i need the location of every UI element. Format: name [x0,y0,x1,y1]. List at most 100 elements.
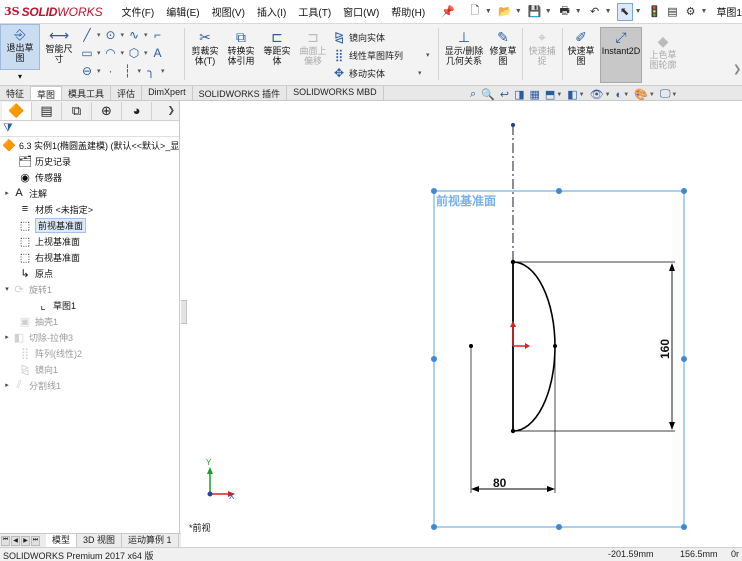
view-settings-icon[interactable]: 🖵 [660,88,671,101]
file-properties-icon[interactable]: ▤ [665,3,681,21]
tab-motion-study[interactable]: 运动算例 1 [122,534,179,547]
smart-dimension-button[interactable]: ⟷ 智能尺寸 [42,26,76,64]
mirror-entities-button[interactable]: ⧎ 镜向实体 [332,30,385,44]
tree-item-shell1[interactable]: ▣ 抽壳1 [8,313,58,329]
chevron-down-icon[interactable]: ▼ [605,8,612,15]
sketch-point[interactable] [510,428,516,434]
feature-tree-tab-icon[interactable]: 🔶 [2,101,32,120]
apply-scene-icon[interactable]: 🎨 [634,88,648,101]
task-pane-expand-icon[interactable]: ❯ [733,64,741,75]
tree-item-revolve1[interactable]: ▾ ⟳ 旋转1 [2,281,52,297]
new-document-icon[interactable]: 🗋 [467,3,483,21]
expand-arrow-icon[interactable]: ▸ [2,333,12,341]
save-icon[interactable]: 💾 [527,3,543,21]
tree-item-history[interactable]: 🗂 历史记录 [8,153,71,169]
dimension-horizontal-value[interactable]: 80 [493,476,507,490]
chevron-down-icon[interactable]: ▼ [635,8,642,15]
arc-icon[interactable]: ◠ [104,46,118,60]
move-entities-button[interactable]: ✥ 移动实体 ▾ [332,66,422,80]
undo-icon[interactable]: ↶ [587,3,603,21]
plane-handle[interactable] [431,524,437,530]
menu-tools[interactable]: 工具(T) [292,4,337,19]
first-tab-icon[interactable]: ⏮ [1,535,10,546]
repair-sketch-button[interactable]: ✎ 修复草图 [488,28,518,66]
quick-snaps-button[interactable]: ⌖ 快速捕捉 [525,28,559,66]
rectangle-icon[interactable]: ▭ [80,46,94,60]
chevron-down-icon[interactable]: ▾ [121,31,125,39]
offset-entities-button[interactable]: ⊏ 等距实体 [259,28,295,66]
print-icon[interactable]: 🖶 [557,3,573,21]
menu-insert[interactable]: 插入(I) [251,4,292,19]
chevron-down-icon[interactable]: ▼ [485,8,492,15]
view-orientation-icon[interactable]: ⬒ [545,88,555,101]
expand-arrow-icon[interactable]: ▸ [2,189,12,197]
plane-handle[interactable] [556,524,562,530]
chevron-down-icon[interactable]: ▼ [545,8,552,15]
property-manager-tab-icon[interactable]: ▤ [32,101,62,120]
menu-help[interactable]: 帮助(H) [385,4,431,19]
exit-sketch-dropdown[interactable]: ▾ [0,72,40,82]
sketch-canvas[interactable]: 前视基准面 160 80 Y X *前视 [181,101,742,547]
tree-item-top-plane[interactable]: ⬚ 上视基准面 [8,233,80,249]
chevron-down-icon[interactable]: ▾ [97,31,101,39]
rapid-sketch-button[interactable]: ✐ 快速草图 [564,28,598,66]
chevron-down-icon[interactable]: ▾ [97,67,101,75]
dimxpert-manager-tab-icon[interactable]: ⊕ [92,101,122,120]
chevron-down-icon[interactable]: ▾ [144,49,148,57]
select-cursor-icon[interactable]: ⬉ [616,2,633,21]
tree-item-cut-extrude3[interactable]: ▸ ◧ 切除-拉伸3 [2,329,73,345]
chevron-down-icon[interactable]: ▼ [579,92,585,98]
plane-handle[interactable] [431,356,437,362]
text-icon[interactable]: A [151,46,165,60]
tree-item-split-line1[interactable]: ▸ ⫽ 分割线1 [2,377,61,393]
chevron-down-icon[interactable]: ▼ [556,92,562,98]
tree-item-linear-pattern2[interactable]: ⣿ 阵列(线性)2 [8,345,82,361]
display-manager-tab-icon[interactable]: ◕ [122,101,152,120]
instant2d-button[interactable]: ⤢ Instant2D [600,27,642,83]
panel-collapse-handle[interactable] [181,300,187,324]
hide-show-items-icon[interactable]: 👁 [590,88,604,101]
chevron-down-icon[interactable]: ▾ [121,49,125,57]
filter-icon[interactable]: ⧩ [0,121,179,137]
tab-evaluate[interactable]: 评估 [111,86,143,100]
graphics-area[interactable]: 前视基准面 160 80 Y X *前视 [181,101,742,547]
tree-item-sensors[interactable]: ◉ 传感器 [8,169,62,185]
previous-view-icon[interactable]: ↩ [500,88,509,101]
menu-edit[interactable]: 编辑(E) [160,4,205,19]
traffic-light-icon[interactable]: 🚦 [647,3,663,21]
chevron-down-icon[interactable]: ▾ [144,31,148,39]
display-delete-relations-button[interactable]: ⊥ 显示/删除几何关系 [442,28,486,66]
menu-view[interactable]: 视图(V) [206,4,251,19]
exit-sketch-button[interactable]: ⎆ 退出草图 [0,24,40,70]
solidworks-logo[interactable]: 3S SOLID WORKS [0,5,107,19]
menu-file[interactable]: 文件(F) [115,4,160,19]
linear-pattern-button[interactable]: ⣿ 线性草图阵列 ▾ [332,48,430,62]
chevron-down-icon[interactable]: ▾ [418,69,422,77]
plane-handle[interactable] [556,188,562,194]
sketch-point[interactable] [553,344,557,348]
dynamic-annotation-icon[interactable]: ▦ [530,88,540,101]
sketch-point[interactable] [469,344,473,348]
menu-window[interactable]: 窗口(W) [337,4,385,19]
prev-tab-icon[interactable]: ◀ [11,535,20,546]
plane-handle[interactable] [681,524,687,530]
zoom-to-area-icon[interactable]: 🔍 [481,88,495,101]
dimension-vertical-value[interactable]: 160 [658,339,672,359]
trim-entities-button[interactable]: ✂ 剪裁实体(T) [187,28,223,66]
tree-item-origin[interactable]: ↳ 原点 [8,265,53,281]
tab-dimxpert[interactable]: DimXpert [142,86,193,100]
tree-item-annotations[interactable]: ▸ A 注解 [2,185,47,201]
pin-icon[interactable]: 📌 [441,5,455,18]
point-icon[interactable]: · [104,64,118,78]
tab-3d-views[interactable]: 3D 视图 [77,534,123,547]
tab-solidworks-mbd[interactable]: SOLIDWORKS MBD [287,86,384,100]
chevron-down-icon[interactable]: ▾ [97,49,101,57]
convert-entities-button[interactable]: ⧉ 转换实体引用 [223,28,259,66]
chevron-down-icon[interactable]: ▾ [138,67,142,75]
chevron-down-icon[interactable]: ▼ [671,92,677,98]
open-folder-icon[interactable]: 📂 [497,3,513,21]
offset-on-surface-button[interactable]: ⊐ 曲面上偏移 [295,28,331,66]
shaded-sketch-contours-button[interactable]: ◆ 上色草图轮廓 [646,32,680,70]
tab-model[interactable]: 模型 [46,534,78,547]
chevron-down-icon[interactable]: ▾ [161,67,165,75]
